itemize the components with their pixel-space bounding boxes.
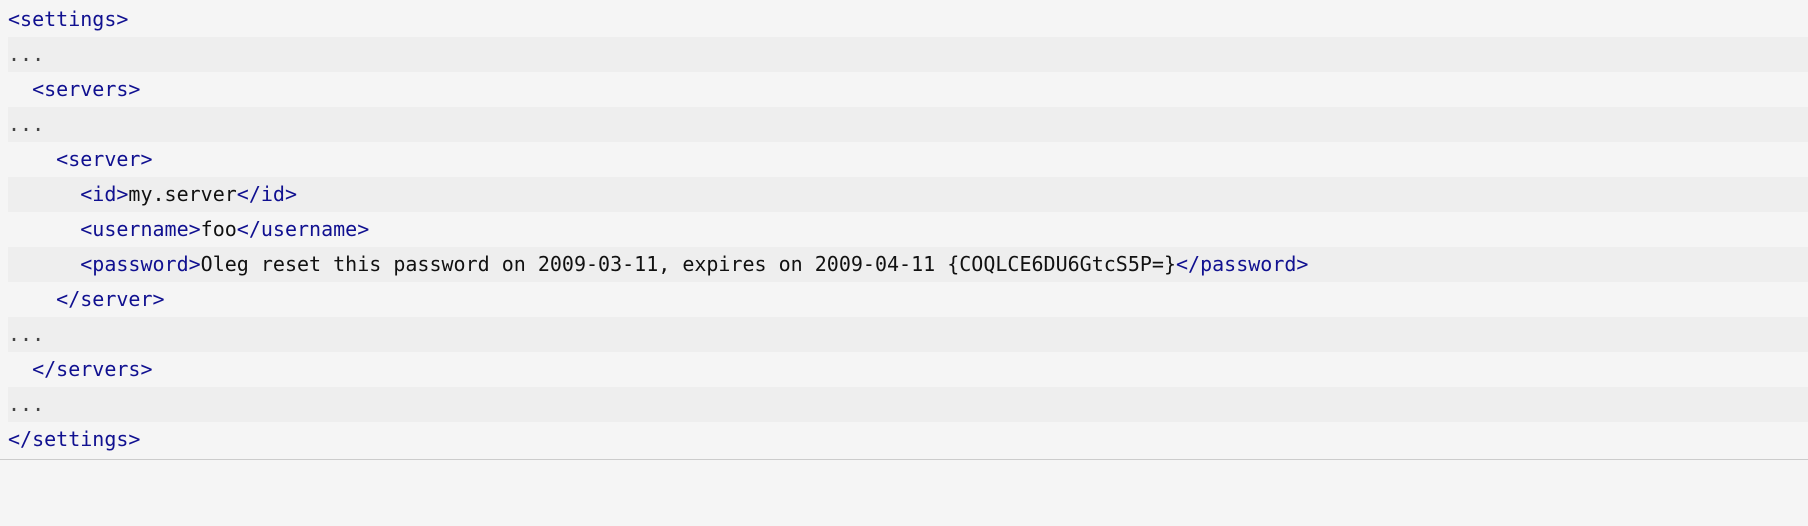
xml-tag: <server> xyxy=(56,147,152,171)
xml-tag: <settings> xyxy=(8,7,128,31)
xml-tag: </settings> xyxy=(8,427,140,451)
code-line: <servers> xyxy=(8,72,1808,107)
code-line: <password>Oleg reset this password on 20… xyxy=(8,247,1808,282)
code-line: <username>foo</username> xyxy=(8,212,1808,247)
ellipsis: ... xyxy=(8,112,44,136)
code-block: <settings>... <servers>... <server> <id>… xyxy=(0,0,1808,460)
xml-text: foo xyxy=(201,217,237,241)
xml-text: Oleg reset this password on 2009-03-11, … xyxy=(201,252,1176,276)
ellipsis: ... xyxy=(8,42,44,66)
xml-tag: <username> xyxy=(80,217,200,241)
xml-tag: </id> xyxy=(237,182,297,206)
code-line: </settings> xyxy=(8,422,1808,457)
xml-tag: </password> xyxy=(1176,252,1308,276)
xml-tag: </server> xyxy=(56,287,164,311)
code-line: <settings> xyxy=(8,2,1808,37)
xml-tag: <password> xyxy=(80,252,200,276)
ellipsis: ... xyxy=(8,322,44,346)
code-line: ... xyxy=(8,387,1808,422)
code-line: </server> xyxy=(8,282,1808,317)
code-line: ... xyxy=(8,317,1808,352)
xml-tag: <servers> xyxy=(32,77,140,101)
xml-tag: <id> xyxy=(80,182,128,206)
xml-text: my.server xyxy=(128,182,236,206)
code-line: <id>my.server</id> xyxy=(8,177,1808,212)
code-line: ... xyxy=(8,107,1808,142)
code-line: </servers> xyxy=(8,352,1808,387)
xml-tag: </servers> xyxy=(32,357,152,381)
xml-tag: </username> xyxy=(237,217,369,241)
code-line: <server> xyxy=(8,142,1808,177)
code-line: ... xyxy=(8,37,1808,72)
ellipsis: ... xyxy=(8,392,44,416)
